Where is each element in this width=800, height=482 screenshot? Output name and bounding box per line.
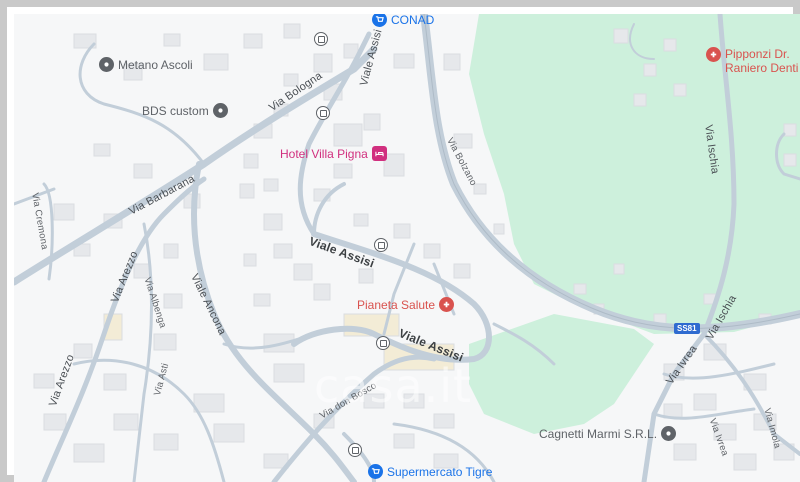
- poi-pianeta-salute[interactable]: Pianeta Salute: [357, 297, 455, 312]
- poi-pipponzi[interactable]: Pipponzi Dr. Raniero Denti: [706, 47, 798, 75]
- road-via-arezzo: [41, 176, 207, 482]
- road-shield-ss81: SS81: [674, 323, 700, 334]
- medical-icon: [439, 297, 455, 312]
- poi-label: BDS custom: [142, 103, 209, 118]
- poi-label: Hotel Villa Pigna: [280, 146, 368, 161]
- poi-label-line2: Raniero Denti: [725, 61, 799, 75]
- poi-metano[interactable]: Metano Ascoli: [99, 57, 193, 72]
- poi-conad[interactable]: CONAD: [372, 14, 434, 27]
- park-area-south: [469, 314, 654, 434]
- poi-tigre[interactable]: Supermercato Tigre: [368, 464, 492, 479]
- bed-icon: [371, 146, 387, 161]
- poi-label: CONAD: [391, 14, 435, 27]
- medical-icon: [706, 47, 721, 62]
- poi-cagnetti[interactable]: Cagnetti Marmi S.R.L.: [539, 426, 677, 441]
- bus-stop-icon[interactable]: [316, 106, 330, 120]
- place-icon: [661, 426, 677, 441]
- watermark-logo: casa.it: [314, 359, 473, 413]
- place-icon: [212, 103, 228, 118]
- poi-hotel[interactable]: Hotel Villa Pigna: [280, 146, 387, 161]
- poi-label: Metano Ascoli: [118, 57, 193, 72]
- map-frame: CONAD Pipponzi Dr. Raniero Denti Metano …: [0, 0, 800, 482]
- bus-stop-icon[interactable]: [374, 238, 388, 252]
- poi-label-wrap: Pipponzi Dr. Raniero Denti: [725, 47, 798, 75]
- shopping-cart-icon: [372, 14, 387, 27]
- shopping-cart-icon: [368, 464, 383, 479]
- poi-label-line1: Pipponzi Dr.: [725, 47, 790, 61]
- place-icon: [99, 57, 114, 72]
- bus-stop-icon[interactable]: [314, 32, 328, 46]
- map-canvas[interactable]: CONAD Pipponzi Dr. Raniero Denti Metano …: [14, 14, 800, 482]
- bus-stop-icon[interactable]: [348, 443, 362, 457]
- poi-label: Pianeta Salute: [357, 297, 436, 312]
- poi-bds[interactable]: BDS custom: [142, 103, 228, 118]
- bus-stop-icon[interactable]: [376, 336, 390, 350]
- poi-label: Supermercato Tigre: [387, 464, 493, 479]
- poi-label: Cagnetti Marmi S.R.L.: [539, 426, 658, 441]
